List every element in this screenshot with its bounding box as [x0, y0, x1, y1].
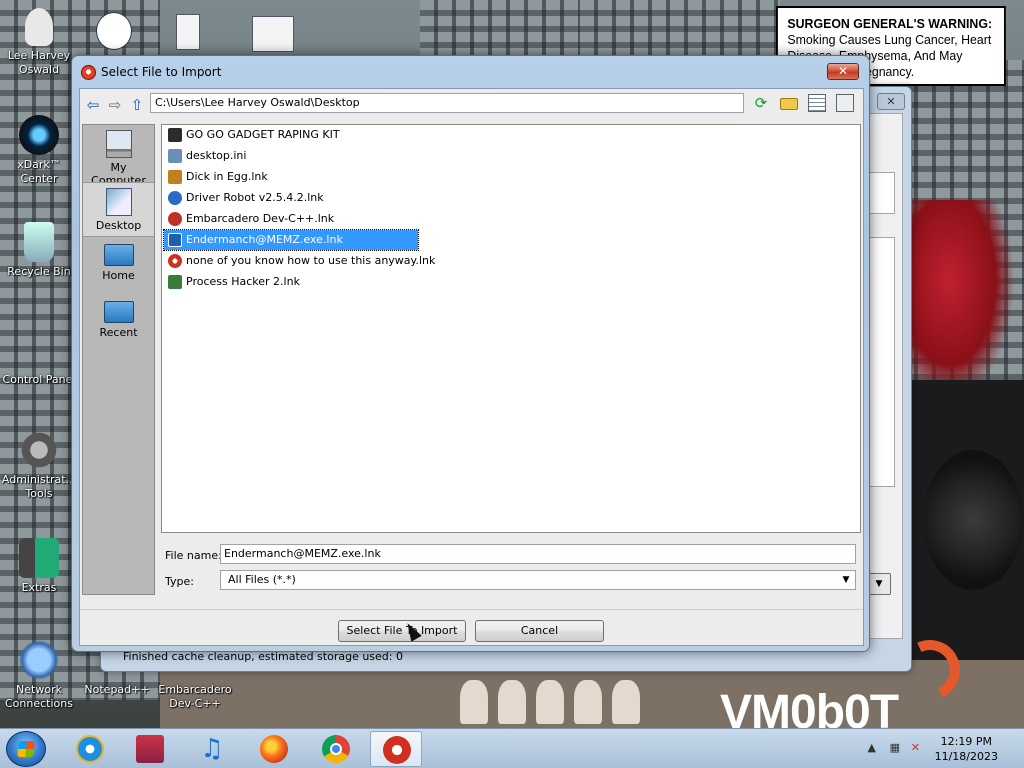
- path-field[interactable]: C:\Users\Lee Harvey Oswald\Desktop: [150, 93, 744, 113]
- desktop-icon: [105, 188, 132, 216]
- building-top: [420, 0, 600, 60]
- place-desktop[interactable]: Desktop: [83, 182, 154, 237]
- file-name-label: File name:: [165, 549, 222, 562]
- list-item[interactable]: Driver Robot v2.5.4.2.lnk: [164, 188, 324, 208]
- desktop-file-icon-2[interactable]: [176, 14, 200, 50]
- list-item[interactable]: Process Hacker 2.lnk: [164, 272, 300, 292]
- red-figure: [905, 200, 1015, 400]
- process-hacker-icon: [168, 275, 182, 289]
- list-item[interactable]: none of you know how to use this anyway.…: [164, 251, 435, 271]
- internet-explorer-icon: [76, 735, 104, 763]
- desktop-icon-xdark-center[interactable]: xDark™ Center: [0, 115, 78, 186]
- chevron-down-icon[interactable]: ▼: [867, 573, 891, 595]
- app-icon: [81, 65, 96, 80]
- home-icon: [103, 244, 134, 266]
- recycle-bin-icon: [24, 222, 54, 262]
- clock-time: 12:19 PM: [940, 735, 992, 748]
- building-top-right: [580, 0, 780, 60]
- admin-tools-icon: [19, 430, 59, 470]
- list-item[interactable]: Dick in Egg.lnk: [164, 167, 268, 187]
- clock-date: 11/18/2023: [934, 750, 998, 763]
- close-button[interactable]: ✕: [827, 63, 859, 80]
- cancel-button[interactable]: Cancel: [475, 620, 604, 642]
- desktop-file-icon[interactable]: [96, 12, 132, 50]
- desktop-icon-extras[interactable]: Extras: [0, 538, 78, 595]
- dialog-body: ⇦ ⇨ ⇧ C:\Users\Lee Harvey Oswald\Desktop…: [79, 88, 864, 646]
- desktop-file-icon-3[interactable]: [252, 16, 294, 52]
- forward-arrow-icon[interactable]: ⇨: [106, 96, 124, 114]
- devcpp-icon: [168, 212, 182, 226]
- chevron-down-icon[interactable]: ▼: [839, 573, 853, 587]
- network-tray-icon[interactable]: ▦: [890, 741, 900, 754]
- app-icon: [168, 128, 182, 142]
- exe-icon: [168, 233, 182, 247]
- robot-icon: [168, 191, 182, 205]
- orb-icon: [19, 115, 59, 155]
- type-label: Type:: [165, 575, 194, 588]
- vm-icon: [168, 254, 182, 268]
- details-view-icon[interactable]: [836, 94, 854, 112]
- side-panel: [869, 172, 895, 214]
- list-item[interactable]: GO GO GADGET RAPING KIT: [164, 125, 340, 145]
- back-arrow-icon[interactable]: ⇦: [84, 96, 102, 114]
- clock[interactable]: 12:19 PM 11/18/2023: [935, 734, 998, 764]
- up-arrow-icon[interactable]: ⇧: [128, 96, 146, 114]
- network-icon: [19, 640, 59, 680]
- recent-icon: [103, 301, 134, 323]
- music-icon: ♫: [200, 734, 224, 764]
- figures: [460, 680, 660, 728]
- taskbar-internet-explorer[interactable]: [64, 731, 116, 767]
- computer-icon: [105, 130, 132, 158]
- desktop-icon-lee-harvey-oswald[interactable]: Lee Harvey Oswald: [0, 8, 78, 77]
- separator: [80, 609, 863, 610]
- media-icon: [136, 735, 164, 763]
- taskbar-firefox[interactable]: [248, 731, 300, 767]
- shortcut-icon: [168, 170, 182, 184]
- firefox-icon: [260, 735, 288, 763]
- desktop-icon-recycle-bin[interactable]: Recycle Bin: [0, 222, 78, 279]
- close-icon[interactable]: ✕: [877, 93, 905, 110]
- vm-app-icon: [383, 736, 411, 764]
- start-button[interactable]: [6, 731, 46, 767]
- desktop-icon-control-panel[interactable]: Control Panel: [0, 330, 78, 387]
- refresh-icon[interactable]: ⟳: [752, 94, 770, 112]
- select-file-button[interactable]: Select File To Import: [338, 620, 466, 642]
- taskbar-chrome[interactable]: [310, 731, 362, 767]
- file-list[interactable]: GO GO GADGET RAPING KIT desktop.ini Dick…: [161, 124, 861, 533]
- taskbar: ♫ ▲ ▦ ✕ 12:19 PM 11/18/2023: [0, 728, 1024, 768]
- dialog-titlebar[interactable]: Select File to Import ✕: [72, 56, 869, 88]
- file-name-input[interactable]: Endermanch@MEMZ.exe.lnk: [220, 544, 856, 564]
- dialog-title: Select File to Import: [101, 65, 222, 79]
- chevron-up-icon[interactable]: ▲: [868, 741, 876, 754]
- volume-muted-icon[interactable]: ✕: [911, 741, 920, 754]
- place-my-computer[interactable]: My Computer: [83, 125, 154, 187]
- settings-file-icon: [168, 149, 182, 163]
- place-recent[interactable]: Recent: [83, 296, 154, 351]
- side-panel-2: [869, 237, 895, 487]
- chrome-icon: [322, 735, 350, 763]
- taskbar-media[interactable]: [124, 731, 176, 767]
- type-select[interactable]: All Files (*.*) ▼: [220, 570, 856, 590]
- taskbar-music[interactable]: ♫: [186, 731, 238, 767]
- places-bar: My Computer Desktop Home Recent: [82, 124, 155, 595]
- taskbar-vm-app[interactable]: [370, 731, 422, 767]
- windows-logo-icon: [17, 741, 35, 757]
- extras-icon: [19, 538, 59, 578]
- place-home[interactable]: Home: [83, 239, 154, 294]
- desktop-icon-admin-tools[interactable]: Administrat... Tools: [0, 430, 78, 501]
- select-file-dialog: Select File to Import ✕ ⇦ ⇨ ⇧ C:\Users\L…: [71, 55, 870, 652]
- control-panel-icon: [19, 330, 59, 370]
- dialog-toolbar: ⇦ ⇨ ⇧ C:\Users\Lee Harvey Oswald\Desktop…: [80, 89, 863, 123]
- new-folder-icon[interactable]: [780, 98, 798, 110]
- person-icon: [25, 8, 53, 46]
- desktop-icon-network[interactable]: Network Connections: [0, 640, 78, 711]
- list-item-selected[interactable]: Endermanch@MEMZ.exe.lnk: [163, 229, 419, 251]
- list-view-icon[interactable]: [808, 94, 826, 112]
- list-item[interactable]: desktop.ini: [164, 146, 246, 166]
- list-item[interactable]: Embarcadero Dev-C++.lnk: [164, 209, 334, 229]
